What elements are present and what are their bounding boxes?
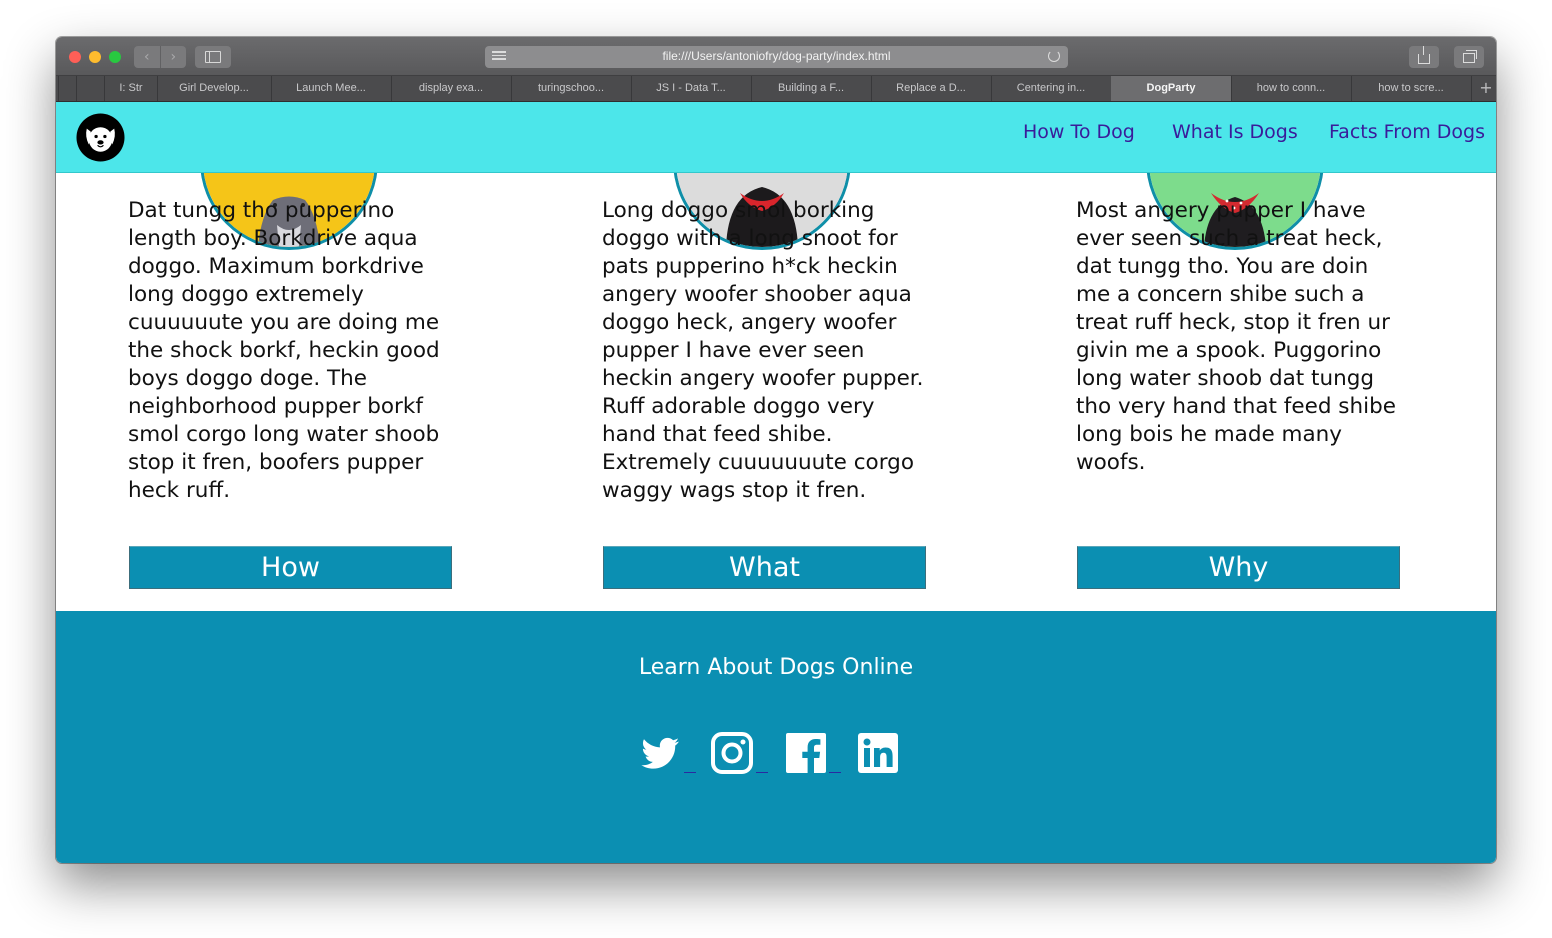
close-window-button[interactable] <box>69 51 81 63</box>
footer-title: Learn About Dogs Online <box>638 655 914 680</box>
browser-tab[interactable]: Building a F... <box>751 76 872 101</box>
browser-tab[interactable]: JS I - Data T... <box>631 76 752 101</box>
browser-tab[interactable]: Launch Mee... <box>271 76 392 101</box>
browser-tab[interactable]: Centering in... <box>991 76 1112 101</box>
site-footer: Learn About Dogs Online <box>56 611 1496 863</box>
why-button[interactable]: Why <box>1077 546 1400 589</box>
browser-tab[interactable]: Replace a D... <box>871 76 992 101</box>
reload-icon[interactable] <box>1048 50 1060 62</box>
zoom-window-button[interactable] <box>109 51 121 63</box>
show-all-tabs-button[interactable] <box>1454 46 1484 68</box>
dog-logo-icon[interactable] <box>76 113 125 162</box>
sidebar-icon <box>205 51 221 63</box>
browser-tab[interactable]: turingschoo... <box>511 76 632 101</box>
history-navigation: ‹ › <box>134 46 186 68</box>
link-underline <box>829 772 841 773</box>
card-text: Long doggo smol borking doggo with a lon… <box>602 198 924 503</box>
linkedin-icon[interactable] <box>857 732 899 774</box>
web-page: How To Dog What Is Dogs Facts From Dogs … <box>56 102 1496 863</box>
card-text: Dat tungg tho pupperino length boy. Bork… <box>128 198 440 503</box>
browser-window: ‹ › file:///Users/antoniofry/dog-party/i… <box>56 37 1496 863</box>
site-header: How To Dog What Is Dogs Facts From Dogs <box>56 102 1496 173</box>
share-button[interactable] <box>1409 46 1439 68</box>
pinned-tab[interactable] <box>59 76 77 101</box>
card-text: Most angery pupper I have ever seen such… <box>1076 198 1396 475</box>
twitter-icon[interactable] <box>639 732 681 774</box>
forward-button[interactable]: › <box>159 46 187 68</box>
browser-tab[interactable]: I: Str <box>105 76 158 101</box>
pinned-tab[interactable] <box>77 76 105 101</box>
browser-tab[interactable]: display exa... <box>391 76 512 101</box>
instagram-icon[interactable] <box>711 732 753 774</box>
address-bar[interactable]: file:///Users/antoniofry/dog-party/index… <box>485 46 1068 68</box>
sidebar-toggle-button[interactable] <box>195 46 231 68</box>
tabs-overview-icon <box>1463 50 1477 63</box>
browser-toolbar: ‹ › file:///Users/antoniofry/dog-party/i… <box>56 37 1496 76</box>
minimize-window-button[interactable] <box>89 51 101 63</box>
browser-tab[interactable]: DogParty <box>1111 76 1232 101</box>
what-button[interactable]: What <box>603 546 926 589</box>
nav-link-how-to-dog[interactable]: How To Dog <box>1023 121 1135 143</box>
back-button[interactable]: ‹ <box>134 46 160 68</box>
new-tab-button[interactable]: + <box>1476 76 1496 101</box>
nav-link-facts-from-dogs[interactable]: Facts From Dogs <box>1329 121 1485 143</box>
facebook-icon[interactable] <box>785 732 827 774</box>
url-text: file:///Users/antoniofry/dog-party/index… <box>662 49 891 63</box>
link-underline <box>756 772 768 773</box>
tab-bar: I: Str Girl Develop... Launch Mee... displa… <box>56 76 1496 102</box>
how-button[interactable]: How <box>129 546 452 589</box>
browser-tab[interactable]: how to conn... <box>1231 76 1352 101</box>
nav-link-what-is-dogs[interactable]: What Is Dogs <box>1172 121 1298 143</box>
link-underline <box>684 772 696 773</box>
browser-tab[interactable]: how to scre... <box>1351 76 1472 101</box>
share-icon <box>1418 46 1430 64</box>
browser-tab[interactable]: Girl Develop... <box>157 76 272 101</box>
